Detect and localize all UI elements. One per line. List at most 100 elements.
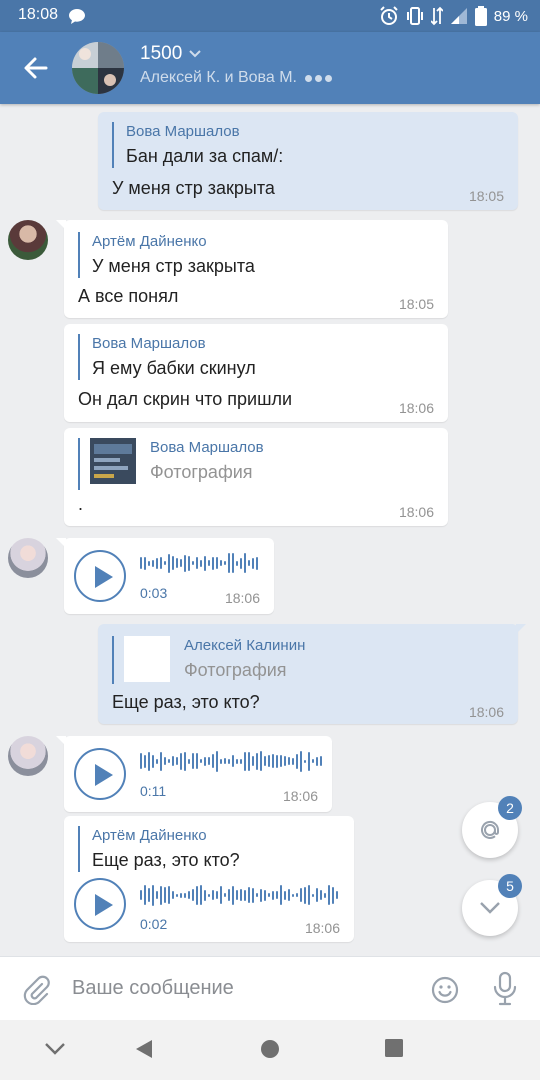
message-incoming[interactable]: Вова Маршалов Я ему бабки скинул Он дал … <box>64 324 448 422</box>
voice-waveform[interactable] <box>140 880 338 910</box>
waveform-bar <box>184 751 186 771</box>
message-text: А все понял <box>78 286 179 306</box>
waveform-bar <box>316 756 318 766</box>
waveform-bar <box>160 751 162 771</box>
chat-header: 1500 Алексей К. и Вова М. <box>0 32 540 104</box>
back-arrow-icon[interactable] <box>20 52 52 84</box>
play-icon[interactable] <box>74 550 126 602</box>
chat-subtitle: Алексей К. и Вова М. <box>140 69 335 87</box>
waveform-bar <box>244 751 246 771</box>
message-time: 18:06 <box>282 788 318 804</box>
waveform-bar <box>196 885 198 905</box>
photo-thumbnail[interactable] <box>124 636 170 682</box>
waveform-bar <box>292 757 294 765</box>
nav-back-icon[interactable] <box>134 1038 154 1060</box>
message-outgoing[interactable]: Вова Маршалов Бан дали за спам/: У меня … <box>98 112 518 210</box>
voice-waveform[interactable] <box>140 746 322 776</box>
quote-attachment-label: Фотография <box>150 462 253 482</box>
waveform-bar <box>208 560 210 566</box>
waveform-bar <box>240 758 242 764</box>
emoji-icon[interactable] <box>430 975 460 1005</box>
message-text: У меня стр закрыта <box>112 178 275 198</box>
message-voice[interactable]: 0:03 18:06 <box>56 538 274 614</box>
waveform-bar <box>228 758 230 764</box>
waveform-bar <box>232 755 234 767</box>
reply-quote[interactable]: Вова Маршалов Бан дали за спам/: <box>112 122 283 168</box>
reply-quote[interactable]: Алексей Калинин Фотография <box>112 636 492 684</box>
waveform-bar <box>312 759 314 763</box>
quote-author: Артём Дайненко <box>92 233 207 250</box>
reply-quote[interactable]: Вова Маршалов Фотография <box>78 438 418 490</box>
waveform-bar <box>280 885 282 905</box>
alarm-icon <box>380 6 398 25</box>
waveform-bar <box>200 559 202 567</box>
waveform-bar <box>260 751 262 771</box>
scroll-down-button[interactable]: 5 <box>462 874 522 936</box>
waveform-bar <box>240 889 242 901</box>
waveform-bar <box>260 888 262 902</box>
quote-author: Артём Дайненко <box>92 827 207 844</box>
chevron-down-icon <box>189 50 201 58</box>
paperclip-icon[interactable] <box>22 975 50 1005</box>
waveform-bar <box>164 561 166 565</box>
message-voice[interactable]: Артём Дайненко Еще раз, это кто? 0:02 18… <box>64 816 354 942</box>
message-voice[interactable]: 0:11 18:06 <box>56 736 332 812</box>
nav-recents-icon[interactable] <box>384 1038 404 1058</box>
waveform-bar <box>252 756 254 766</box>
waveform-bar <box>184 554 186 572</box>
waveform-bar <box>220 560 222 566</box>
waveform-bar <box>188 891 190 899</box>
chat-avatar[interactable] <box>72 42 124 94</box>
waveform-bar <box>248 751 250 771</box>
waveform-bar <box>164 757 166 765</box>
waveform-bar <box>204 555 206 571</box>
status-right: 89 % <box>379 5 528 27</box>
message-input[interactable]: Ваше сообщение <box>72 977 234 1000</box>
waveform-bar <box>144 885 146 905</box>
waveform-bar <box>184 892 186 898</box>
avatar[interactable] <box>8 538 48 578</box>
waveform-bar <box>256 556 258 570</box>
message-time: 18:06 <box>468 704 504 720</box>
reply-quote[interactable]: Вова Маршалов Я ему бабки скинул <box>78 334 256 380</box>
nav-hide-keyboard-icon[interactable] <box>44 1042 66 1056</box>
microphone-icon[interactable] <box>492 971 518 1007</box>
waveform-bar <box>328 885 330 905</box>
waveform-bar <box>168 553 170 573</box>
waveform-bar <box>284 890 286 900</box>
waveform-bar <box>288 757 290 765</box>
reply-quote[interactable]: Артём Дайненко Еще раз, это кто? <box>78 826 240 872</box>
message-list[interactable]: Вова Маршалов Бан дали за спам/: У меня … <box>0 104 540 956</box>
system-nav-bar <box>0 1020 540 1080</box>
message-time: 18:06 <box>398 504 434 520</box>
waveform-bar <box>292 893 294 897</box>
nav-home-icon[interactable] <box>259 1038 281 1060</box>
quote-author: Вова Маршалов <box>92 335 206 352</box>
mentions-button[interactable]: 2 <box>462 796 522 858</box>
avatar[interactable] <box>8 736 48 776</box>
message-incoming[interactable]: Вова Маршалов Фотография . 18:06 <box>64 428 448 526</box>
waveform-bar <box>304 886 306 904</box>
waveform-bar <box>164 887 166 903</box>
photo-thumbnail[interactable] <box>90 438 136 484</box>
quote-text: Еще раз, это кто? <box>92 850 240 870</box>
waveform-bar <box>152 884 154 906</box>
waveform-bar <box>224 561 226 565</box>
play-icon[interactable] <box>74 748 126 800</box>
waveform-bar <box>200 885 202 905</box>
avatar[interactable] <box>8 220 48 260</box>
reply-quote[interactable]: Артём Дайненко У меня стр закрыта <box>78 232 255 278</box>
message-outgoing[interactable]: Алексей Калинин Фотография Еще раз, это … <box>98 624 526 724</box>
waveform-bar <box>208 757 210 765</box>
waveform-bar <box>144 556 146 570</box>
waveform-bar <box>228 889 230 901</box>
waveform-bar <box>228 553 230 573</box>
message-incoming[interactable]: Артём Дайненко У меня стр закрыта А все … <box>56 220 448 318</box>
play-icon[interactable] <box>74 878 126 930</box>
chat-title[interactable]: 1500 <box>140 43 202 65</box>
waveform-bar <box>140 753 142 769</box>
voice-waveform[interactable] <box>140 548 258 578</box>
battery-percent: 89 % <box>493 7 528 25</box>
waveform-bar <box>272 890 274 900</box>
waveform-bar <box>196 753 198 769</box>
